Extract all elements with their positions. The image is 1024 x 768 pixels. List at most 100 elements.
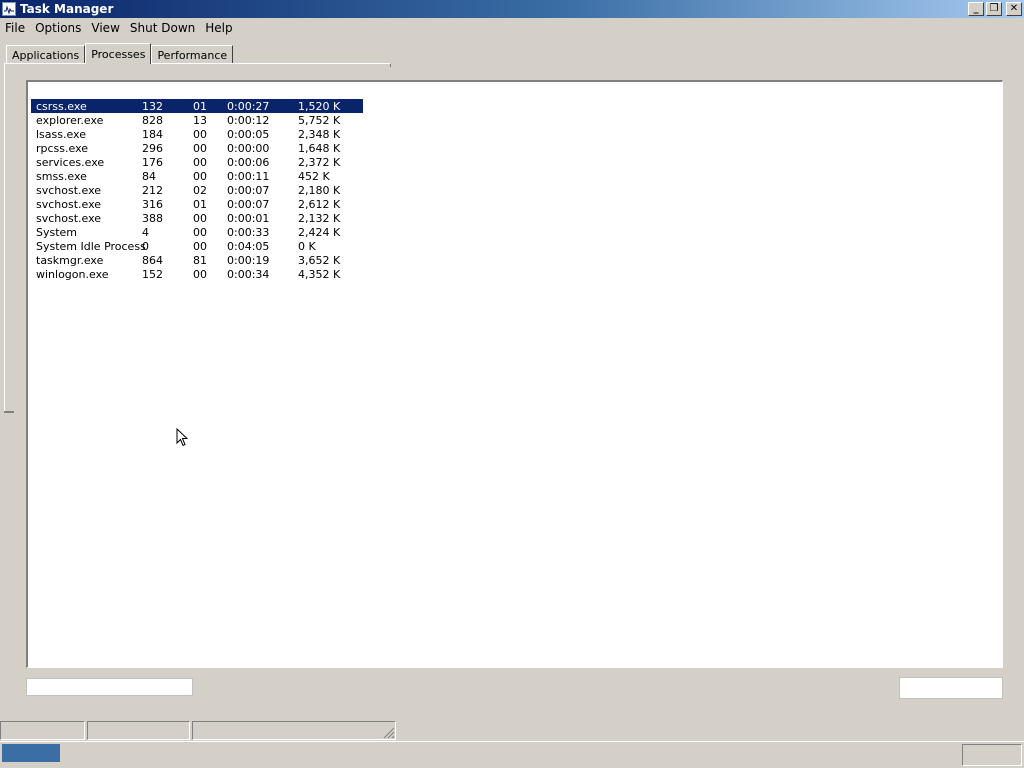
process-cpu: 02 [193,184,207,197]
process-name: csrss.exe [36,100,87,113]
tab-panel-border [4,63,391,67]
process-name: winlogon.exe [36,268,109,281]
tab-applications[interactable]: Applications [6,45,86,64]
bottom-right-field[interactable] [899,677,1003,699]
process-cpu: 00 [193,268,207,281]
process-mem-usage: 2,348 K [298,128,341,141]
process-mem-usage: 452 K [298,170,330,183]
process-rows: csrss.exe 132 01 0:00:27 1,520 Kexplorer.exe… [31,99,363,281]
process-name: svchost.exe [36,184,102,197]
process-cpu-time: 0:00:06 [227,156,270,169]
process-pid: 828 [142,114,163,127]
tab-processes[interactable]: Processes [85,43,152,64]
minimize-button[interactable]: _ [968,2,984,16]
window-title: Task Manager [20,2,114,16]
process-pid: 296 [142,142,163,155]
process-cpu-time: 0:00:34 [227,268,270,281]
close-icon: ✕ [1009,3,1019,14]
title-bar[interactable]: Task Manager _ ❐ ✕ [0,0,1024,18]
process-cpu: 01 [193,198,207,211]
process-mem-usage: 1,648 K [298,142,341,155]
process-cpu-time: 0:00:11 [227,170,270,183]
process-mem-usage: 2,180 K [298,184,341,197]
process-row[interactable]: csrss.exe 132 01 0:00:27 1,520 K [31,99,363,113]
taskbar [0,741,1024,768]
process-list[interactable]: csrss.exe 132 01 0:00:27 1,520 Kexplorer.exe… [26,80,1003,668]
process-cpu-time: 0:00:01 [227,212,270,225]
panel-left-edge [4,63,5,413]
process-cpu-time: 0:00:07 [227,184,270,197]
restore-button[interactable]: ❐ [986,2,1002,16]
process-mem-usage: 3,652 K [298,254,341,267]
process-pid: 84 [142,170,156,183]
process-name: smss.exe [36,170,87,183]
process-cpu: 00 [193,240,207,253]
process-cpu: 81 [193,254,207,267]
process-cpu: 00 [193,156,207,169]
menu-options[interactable]: Options [30,21,86,35]
process-pid: 864 [142,254,163,267]
process-name: svchost.exe [36,198,102,211]
process-row[interactable]: explorer.exe 828 13 0:00:12 5,752 K [31,113,363,127]
resize-grip-icon[interactable] [383,727,395,739]
process-cpu-time: 0:00:05 [227,128,270,141]
process-pid: 176 [142,156,163,169]
process-mem-usage: 5,752 K [298,114,341,127]
process-cpu: 00 [193,212,207,225]
close-button[interactable]: ✕ [1006,2,1022,16]
taskbar-button[interactable] [2,744,60,762]
menu-help[interactable]: Help [200,21,237,35]
process-mem-usage: 0 K [298,240,316,253]
process-name: services.exe [36,156,105,169]
process-cpu: 13 [193,114,207,127]
process-row[interactable]: System 4 00 0:00:33 2,424 K [31,225,363,239]
process-pid: 212 [142,184,163,197]
task-manager-icon [2,2,16,16]
process-cpu-time: 0:00:27 [227,100,270,113]
process-row[interactable]: taskmgr.exe 864 81 0:00:19 3,652 K [31,253,363,267]
process-name: lsass.exe [36,128,86,141]
menu-shut-down[interactable]: Shut Down [125,21,200,35]
process-name: rpcss.exe [36,142,89,155]
process-row[interactable]: smss.exe 84 00 0:00:11 452 K [31,169,363,183]
process-cpu: 00 [193,226,207,239]
process-row[interactable]: svchost.exe 388 00 0:00:01 2,132 K [31,211,363,225]
process-row[interactable]: services.exe 176 00 0:00:06 2,372 K [31,155,363,169]
bottom-left-field[interactable] [26,678,193,696]
process-cpu-time: 0:00:33 [227,226,270,239]
process-cpu-time: 0:00:12 [227,114,270,127]
menu-view[interactable]: View [86,21,124,35]
mouse-pointer-icon [176,428,188,447]
process-mem-usage: 2,612 K [298,198,341,211]
process-row[interactable]: svchost.exe 316 01 0:00:07 2,612 K [31,197,363,211]
process-row[interactable]: svchost.exe 212 02 0:00:07 2,180 K [31,183,363,197]
process-cpu-time: 0:00:07 [227,198,270,211]
process-name: taskmgr.exe [36,254,104,267]
tab-performance[interactable]: Performance [151,45,234,64]
process-pid: 388 [142,212,163,225]
process-pid: 132 [142,100,163,113]
process-cpu: 00 [193,170,207,183]
menu-bar: File Options View Shut Down Help [0,19,238,37]
process-mem-usage: 4,352 K [298,268,341,281]
process-name: System Idle Process [36,240,146,253]
process-pid: 4 [142,226,149,239]
process-name: svchost.exe [36,212,102,225]
process-pid: 316 [142,198,163,211]
process-pid: 0 [142,240,149,253]
status-pane-3 [192,721,396,740]
status-pane-2 [87,721,190,740]
process-row[interactable]: System Idle Process 0 00 0:04:05 0 K [31,239,363,253]
system-tray [962,744,1022,766]
process-mem-usage: 2,424 K [298,226,341,239]
process-mem-usage: 2,372 K [298,156,341,169]
process-name: explorer.exe [36,114,104,127]
process-row[interactable]: winlogon.exe 152 00 0:00:34 4,352 K [31,267,363,281]
menu-file[interactable]: File [0,21,30,35]
process-cpu: 00 [193,128,207,141]
process-cpu-time: 0:00:19 [227,254,270,267]
process-row[interactable]: lsass.exe 184 00 0:00:05 2,348 K [31,127,363,141]
process-cpu-time: 0:04:05 [227,240,270,253]
process-row[interactable]: rpcss.exe 296 00 0:00:00 1,648 K [31,141,363,155]
minimize-icon: _ [973,3,979,14]
